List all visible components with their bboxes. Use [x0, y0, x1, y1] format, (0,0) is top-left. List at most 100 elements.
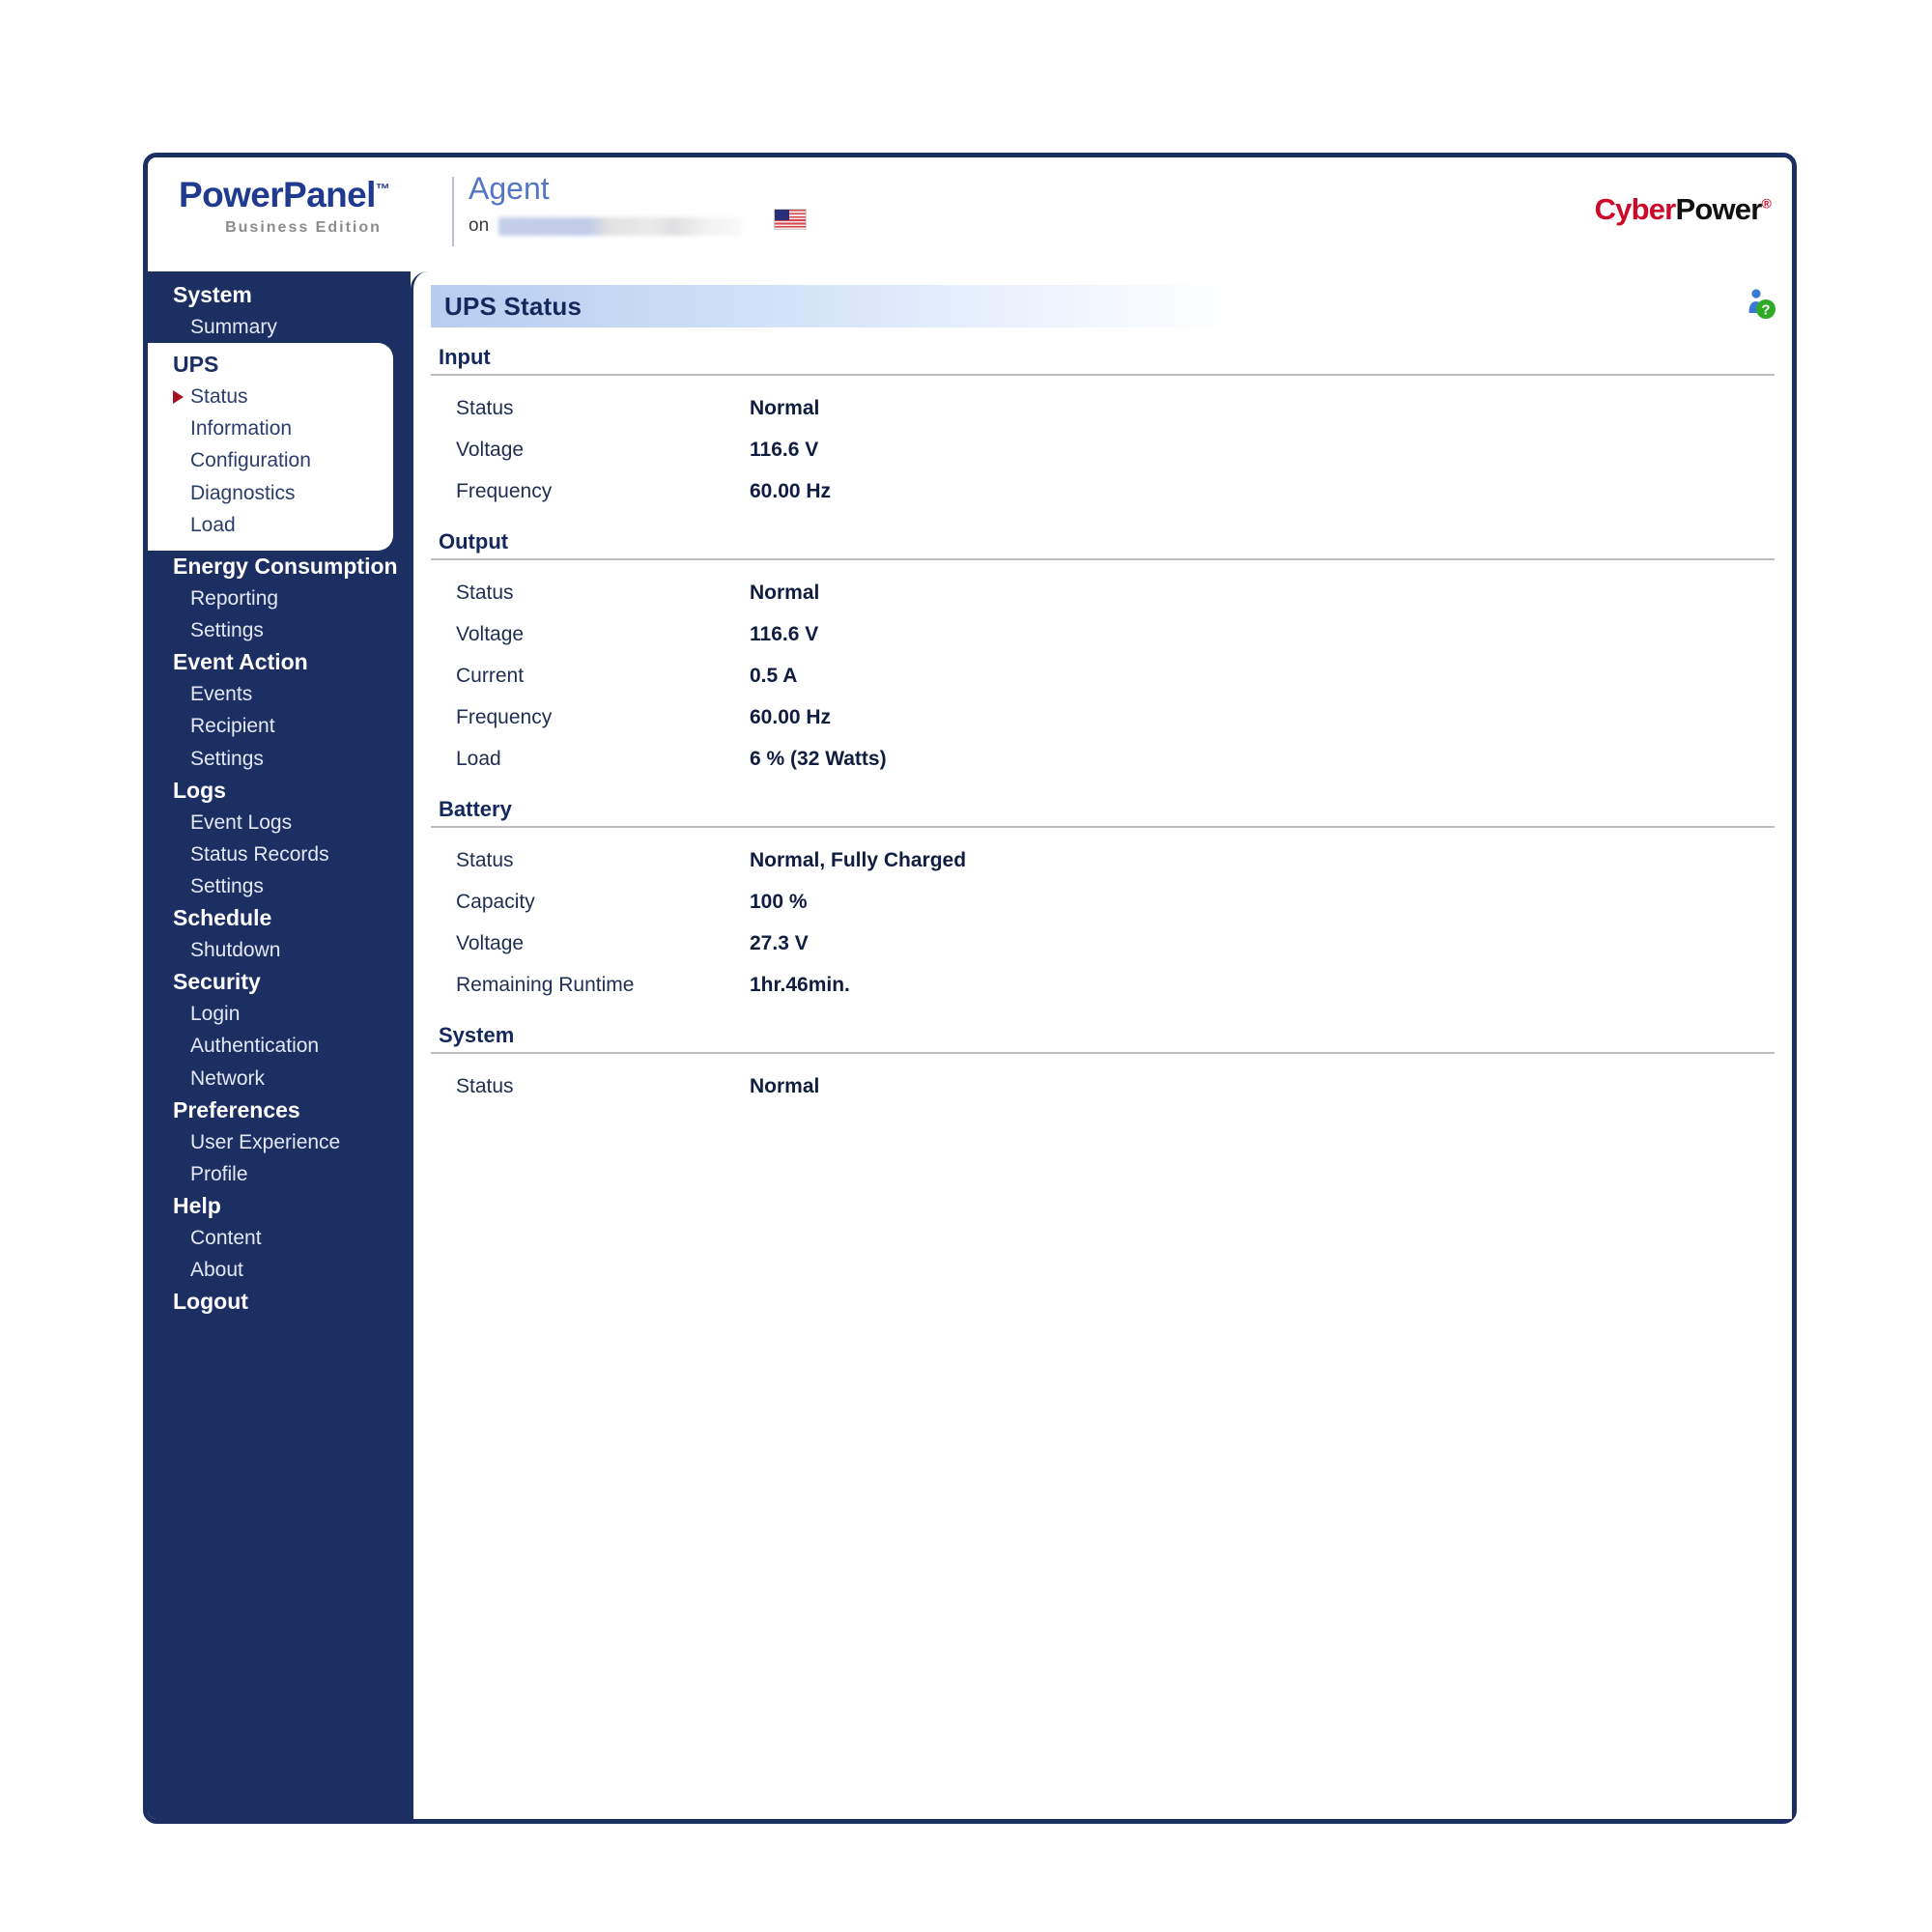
nav-group-event-action: Event Action Events Recipient Settings	[148, 646, 411, 774]
nav-group-system: System Summary	[148, 279, 411, 343]
sidebar-item-about[interactable]: About	[148, 1254, 411, 1286]
sidebar-item-label: Status	[190, 385, 248, 408]
status-sections: Input Status Normal Voltage 116.6 V Frequency…	[431, 345, 1775, 1107]
nav-group-logs: Logs Event Logs Status Records Settings	[148, 775, 411, 902]
nav-header-help[interactable]: Help	[148, 1190, 411, 1222]
nav-header-security[interactable]: Security	[148, 966, 411, 998]
nav-header-preferences[interactable]: Preferences	[148, 1094, 411, 1126]
sidebar-item-information[interactable]: Information	[148, 412, 393, 444]
sidebar-item-label: Status Records	[190, 842, 329, 866]
selected-arrow-icon	[173, 389, 184, 404]
section-rows: Status Normal Voltage 116.6 V Current 0.5 A Fr…	[431, 560, 1775, 780]
data-label: Status	[456, 1074, 514, 1097]
svg-text:?: ?	[1761, 302, 1770, 319]
data-value: Normal	[750, 396, 820, 419]
data-row: Status Normal	[431, 572, 1775, 613]
data-label: Status	[456, 581, 514, 604]
agent-info: Agent on	[469, 171, 743, 237]
sidebar-item-settings[interactable]: Settings	[148, 743, 411, 775]
sidebar-item-profile[interactable]: Profile	[148, 1158, 411, 1190]
nav-group-energy-consumption: Energy Consumption Reporting Settings	[148, 551, 411, 646]
sidebar-item-shutdown[interactable]: Shutdown	[148, 934, 411, 966]
sidebar-item-summary[interactable]: Summary	[148, 311, 411, 343]
nav-group-security: Security Login Authentication Network	[148, 966, 411, 1094]
sidebar-item-label: Events	[190, 683, 253, 706]
data-value: 100 %	[750, 890, 808, 913]
powerpanel-logo: PowerPanel™ Business Edition	[179, 177, 438, 237]
sidebar-item-login[interactable]: Login	[148, 998, 411, 1030]
data-label: Frequency	[456, 479, 553, 502]
sidebar-item-configuration[interactable]: Configuration	[148, 444, 393, 476]
sidebar-item-events[interactable]: Events	[148, 678, 411, 710]
nav-group-logout: Logout	[148, 1286, 411, 1318]
sidebar-item-settings[interactable]: Settings	[148, 614, 411, 646]
data-row: Voltage 116.6 V	[431, 429, 1775, 470]
data-label: Capacity	[456, 890, 535, 913]
nav-header-schedule[interactable]: Schedule	[148, 902, 411, 934]
data-row: Frequency 60.00 Hz	[431, 696, 1775, 738]
sidebar-item-status[interactable]: Status	[148, 381, 393, 412]
help-person-icon[interactable]: ?	[1744, 287, 1776, 320]
nav-header-logs[interactable]: Logs	[148, 775, 411, 807]
page-root: PowerPanel™ Business Edition Agent on Cy…	[0, 0, 1932, 1932]
data-value: 27.3 V	[750, 931, 809, 954]
section-input: Input Status Normal Voltage 116.6 V Frequency…	[431, 345, 1775, 512]
sidebar-item-label: Reporting	[190, 586, 279, 610]
sidebar-item-content[interactable]: Content	[148, 1222, 411, 1254]
agent-on-label: on	[469, 215, 490, 236]
data-row: Remaining Runtime 1hr.46min.	[431, 964, 1775, 1006]
cyberpower-logo: CyberPower®	[1595, 192, 1772, 227]
sidebar-item-label: User Experience	[190, 1130, 341, 1153]
sidebar-item-label: Load	[190, 513, 236, 536]
us-flag-icon[interactable]	[774, 209, 807, 230]
sidebar-nav: System Summary UPS Status Information Configu…	[148, 271, 411, 1819]
agent-hostname-redacted	[498, 216, 743, 236]
sidebar-item-label: Settings	[190, 747, 264, 770]
nav-header-logout[interactable]: Logout	[148, 1286, 411, 1318]
sidebar-item-label: Information	[190, 417, 293, 440]
sidebar-item-diagnostics[interactable]: Diagnostics	[148, 477, 393, 509]
sidebar-item-label: Profile	[190, 1162, 248, 1185]
data-label: Current	[456, 664, 525, 687]
logo-product-name: PowerPanel™	[179, 177, 438, 213]
agent-host-row: on	[469, 215, 743, 237]
sidebar-item-network[interactable]: Network	[148, 1063, 411, 1094]
trademark-icon: ™	[375, 181, 390, 198]
data-value: Normal	[750, 1074, 820, 1097]
data-row: Load 6 % (32 Watts)	[431, 738, 1775, 780]
sidebar-item-label: Login	[190, 1003, 241, 1026]
nav-group-help: Help Content About	[148, 1190, 411, 1286]
section-rows: Status Normal, Fully Charged Capacity 100 %…	[431, 828, 1775, 1006]
nav-group-schedule: Schedule Shutdown	[148, 902, 411, 966]
data-row: Voltage 27.3 V	[431, 923, 1775, 964]
data-value: 1hr.46min.	[750, 973, 850, 996]
nav-header-event-action[interactable]: Event Action	[148, 646, 411, 678]
data-value: 116.6 V	[750, 438, 819, 461]
sidebar-item-reporting[interactable]: Reporting	[148, 582, 411, 614]
nav-header-system[interactable]: System	[148, 279, 411, 311]
sidebar-item-label: Summary	[190, 315, 277, 338]
sidebar-item-load[interactable]: Load	[148, 509, 393, 541]
nav-header-energy-consumption[interactable]: Energy Consumption	[148, 551, 411, 582]
data-label: Voltage	[456, 438, 525, 461]
section-system: System Status Normal	[431, 1023, 1775, 1107]
sidebar-item-status-records[interactable]: Status Records	[148, 838, 411, 870]
sidebar-item-recipient[interactable]: Recipient	[148, 710, 411, 742]
agent-title: Agent	[469, 171, 550, 206]
section-output: Output Status Normal Voltage 116.6 V Current 0…	[431, 529, 1775, 780]
sidebar-item-event-logs[interactable]: Event Logs	[148, 807, 411, 838]
sidebar-item-authentication[interactable]: Authentication	[148, 1030, 411, 1062]
data-label: Voltage	[456, 622, 525, 645]
data-row: Capacity 100 %	[431, 881, 1775, 923]
data-row: Status Normal	[431, 387, 1775, 429]
data-label: Voltage	[456, 931, 525, 954]
nav-header-ups[interactable]: UPS	[148, 349, 393, 381]
section-heading: Battery	[431, 797, 1775, 828]
sidebar-item-label: Settings	[190, 619, 264, 642]
data-value: Normal	[750, 581, 820, 604]
header-bar: PowerPanel™ Business Edition Agent on Cy…	[148, 157, 1792, 271]
sidebar-item-settings[interactable]: Settings	[148, 870, 411, 902]
sidebar-item-user-experience[interactable]: User Experience	[148, 1126, 411, 1158]
data-row: Status Normal, Fully Charged	[431, 839, 1775, 881]
sidebar-item-label: Configuration	[190, 449, 311, 472]
